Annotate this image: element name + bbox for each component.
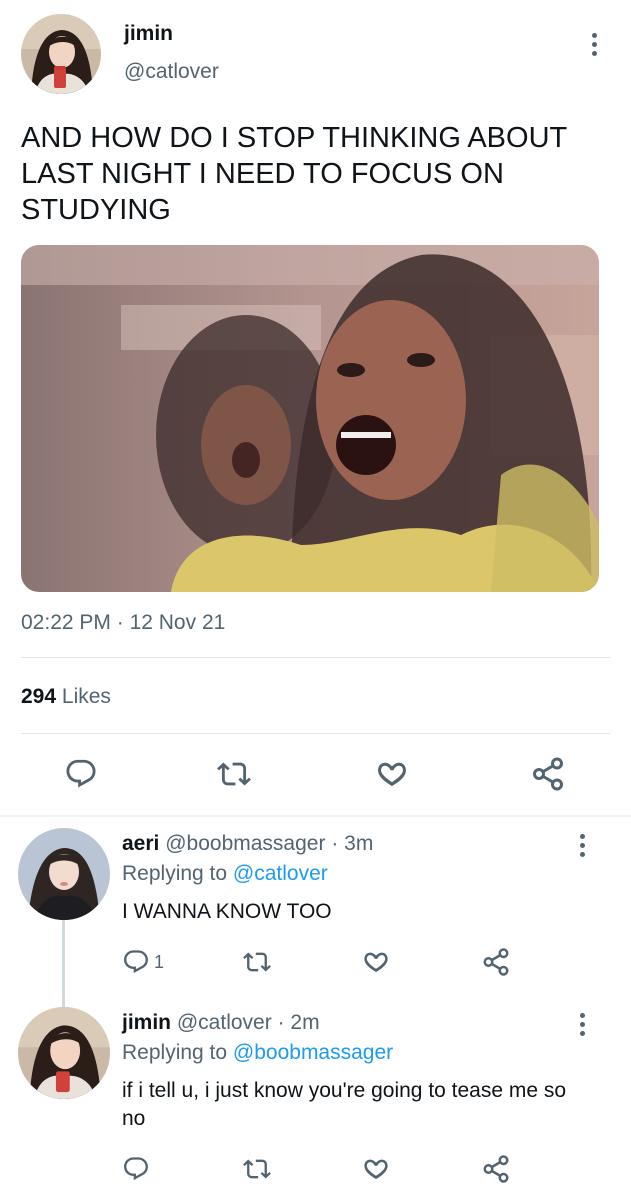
dot-separator: · [277, 1011, 285, 1034]
like-icon [374, 756, 410, 792]
replying-label: Replying to [122, 862, 228, 885]
avatar[interactable] [21, 14, 101, 94]
reply-header: aeri @boobmassager · 3m [122, 832, 373, 856]
tweet-image[interactable] [21, 245, 599, 592]
retweet-button[interactable] [242, 948, 272, 976]
display-name[interactable]: aeri [122, 832, 159, 855]
like-button[interactable] [361, 947, 391, 977]
reply-count: 1 [154, 951, 165, 972]
share-button[interactable] [481, 1154, 511, 1184]
replying-to: Replying to @boobmassager [122, 1041, 393, 1065]
reply-button[interactable] [122, 1155, 150, 1183]
like-button[interactable] [374, 756, 410, 792]
retweet-button[interactable] [242, 1155, 272, 1183]
handle[interactable]: @catlover [177, 1011, 272, 1034]
retweet-icon [216, 757, 252, 791]
share-button[interactable] [530, 756, 566, 792]
reply-text: if i tell u, i just know you're going to… [122, 1079, 567, 1130]
tweet-text: AND HOW DO I STOP THINKING ABOUT LAST NI… [21, 122, 567, 226]
replying-to: Replying to @catlover [122, 862, 328, 886]
divider [21, 657, 610, 658]
retweet-icon [242, 948, 272, 976]
replying-to-link[interactable]: @boobmassager [233, 1041, 393, 1064]
more-options-icon[interactable] [578, 1013, 586, 1036]
retweet-icon [242, 1155, 272, 1183]
likes-stat[interactable]: 294 Likes [21, 685, 111, 709]
like-icon [361, 947, 391, 977]
handle[interactable]: @boobmassager [165, 832, 325, 855]
section-separator [0, 815, 631, 817]
reply-time: 3m [344, 832, 374, 855]
replying-to-link[interactable]: @catlover [233, 862, 328, 885]
reply-icon [122, 1155, 150, 1183]
replying-label: Replying to [122, 1041, 228, 1064]
reply-header: jimin @catlover · 2m [122, 1011, 320, 1035]
likes-label: Likes [61, 685, 111, 708]
like-button[interactable] [361, 1154, 391, 1184]
reply-button[interactable] [64, 757, 98, 791]
reply-icon [64, 757, 98, 791]
tweet-time: 02:22 PM [21, 611, 111, 634]
more-options-icon[interactable] [590, 33, 598, 56]
reply-text: I WANNA KNOW TOO [122, 900, 332, 923]
handle[interactable]: @catlover [124, 60, 219, 84]
dot-separator: · [116, 611, 124, 634]
avatar[interactable] [18, 1007, 110, 1099]
avatar[interactable] [18, 828, 110, 920]
share-button[interactable] [481, 947, 511, 977]
display-name[interactable]: jimin [124, 22, 173, 46]
reply-icon [122, 948, 150, 976]
share-icon [530, 756, 566, 792]
dot-separator: · [331, 832, 339, 855]
share-icon [481, 1154, 511, 1184]
retweet-button[interactable] [216, 757, 252, 791]
more-options-icon[interactable] [578, 834, 586, 857]
likes-count: 294 [21, 685, 57, 708]
tweet-timestamp: 02:22 PM · 12 Nov 21 [21, 611, 225, 635]
reply-button[interactable]: 1 [122, 948, 164, 976]
thread-connector [62, 920, 65, 1008]
like-icon [361, 1154, 391, 1184]
reply-time: 2m [290, 1011, 320, 1034]
tweet-date: 12 Nov 21 [129, 611, 226, 634]
share-icon [481, 947, 511, 977]
display-name[interactable]: jimin [122, 1011, 171, 1034]
divider [21, 733, 610, 734]
